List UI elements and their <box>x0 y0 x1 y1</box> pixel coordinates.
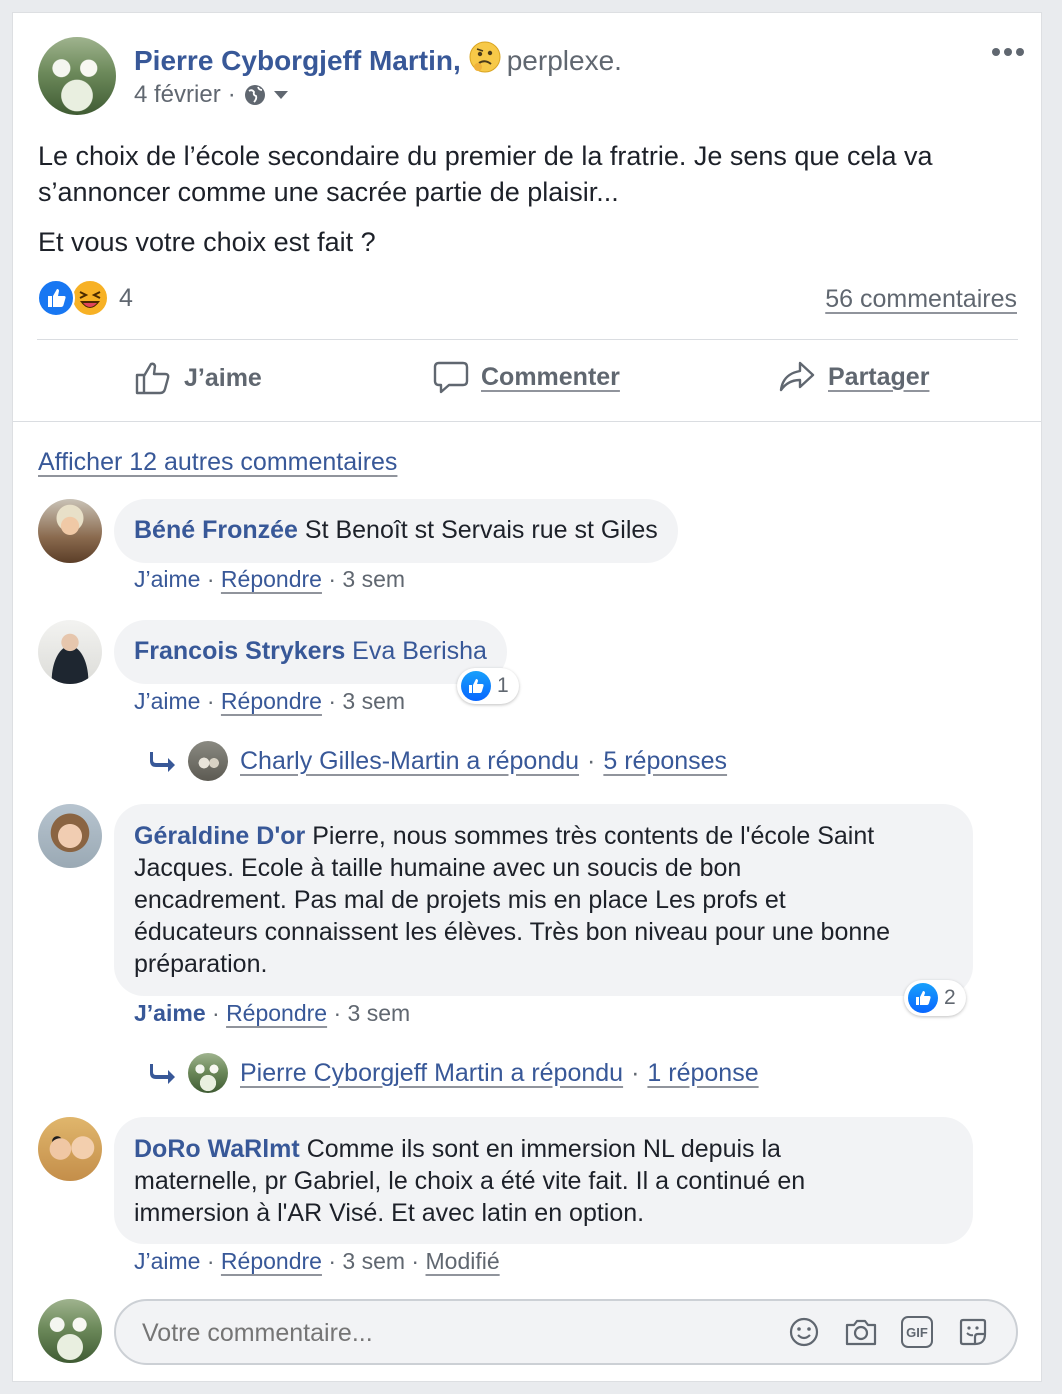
comment-reactions-badge[interactable]: 2 <box>904 980 966 1016</box>
comment-bubble: Géraldine D'or Pierre, nous sommes très … <box>114 804 973 996</box>
comment-reply-link[interactable]: Répondre <box>226 1000 327 1026</box>
replies-link[interactable]: Charly Gilles-Martin a répondu · 5 répon… <box>150 741 727 781</box>
replies-count[interactable]: 5 réponses <box>603 747 727 776</box>
comment-actions: J’aime · Répondre · 3 sem <box>134 688 406 714</box>
separator: · <box>631 1058 640 1087</box>
replies-author[interactable]: Pierre Cyborgjeff Martin a répondu <box>240 1059 623 1088</box>
comment-bubble: Francois Strykers Eva Berisha <box>114 620 507 684</box>
comment-actions: J’aime · Répondre · 3 sem <box>134 566 406 592</box>
like-button-label: J’aime <box>184 363 262 392</box>
comment-time[interactable]: 3 sem <box>342 566 405 592</box>
avatar[interactable] <box>38 804 102 868</box>
commenter-name[interactable]: Francois Strykers <box>134 637 345 665</box>
post-card: Pierre Cyborgjeff Martin, perplexe. 4 fé… <box>12 12 1042 1382</box>
comment-text: Jacques. Ecole à taille humaine avec un … <box>134 854 742 882</box>
comment-time[interactable]: 3 sem <box>342 1248 405 1274</box>
like-reaction-icon <box>461 671 491 701</box>
comment-text: préparation. <box>134 950 268 978</box>
commenter-name[interactable]: Géraldine D'or <box>134 822 305 850</box>
camera-icon[interactable] <box>844 1316 878 1353</box>
comment-text: Comme ils sont en immersion NL depuis la <box>306 1135 781 1163</box>
comment-time[interactable]: 3 sem <box>342 688 405 714</box>
like-button[interactable]: J’aime <box>134 359 262 397</box>
tagged-name[interactable]: Eva Berisha <box>352 637 487 665</box>
comment-reply-link[interactable]: Répondre <box>221 566 322 592</box>
more-dots-icon[interactable] <box>991 45 1025 63</box>
speech-bubble-icon <box>433 359 469 395</box>
avatar[interactable] <box>38 620 102 684</box>
comment-actions: J’aime · Répondre · 3 sem <box>134 1000 411 1026</box>
comments-count-link[interactable]: 56 commentaires <box>825 285 1017 314</box>
avatar[interactable] <box>38 499 102 563</box>
globe-icon[interactable] <box>243 83 267 107</box>
commenter-name[interactable]: DoRo WaRlmt <box>134 1135 300 1163</box>
post-meta: 4 février · <box>134 81 289 109</box>
comment-like-link[interactable]: J’aime <box>134 1248 200 1274</box>
comment-text: Pierre, nous sommes très contents de l'é… <box>312 822 875 850</box>
comment-text: encadrement. Pas mal de projets mis en p… <box>134 886 786 914</box>
share-button-label: Partager <box>828 362 930 391</box>
reactions-summary[interactable]: 4 <box>37 279 133 317</box>
post-text-line: Et vous votre choix est fait ? <box>38 227 376 257</box>
comment-text: St Benoît st Servais rue st Giles <box>304 516 658 544</box>
comment-text: immersion à l'AR Visé. Et avec latin en … <box>134 1199 645 1227</box>
comment-input[interactable] <box>140 1313 764 1353</box>
comment-reactions-badge[interactable]: 1 <box>457 668 519 704</box>
emoji-icon[interactable] <box>788 1316 820 1353</box>
gif-icon[interactable]: GIF <box>901 1316 933 1348</box>
divider <box>13 421 1041 422</box>
haha-reaction-icon <box>71 279 109 317</box>
post-header: Pierre Cyborgjeff Martin, perplexe. <box>134 41 622 80</box>
reaction-count: 2 <box>944 986 956 1009</box>
divider <box>37 339 1018 340</box>
reply-arrow-icon <box>150 1062 176 1084</box>
sticker-icon[interactable] <box>957 1316 989 1353</box>
comment-actions: J’aime · Répondre · 3 sem · Modifié <box>134 1248 500 1274</box>
comment-reply-link[interactable]: Répondre <box>221 688 322 714</box>
privacy-dropdown-icon[interactable] <box>273 89 289 101</box>
avatar <box>188 1053 228 1093</box>
thumbs-up-icon <box>134 359 172 397</box>
comment-like-link[interactable]: J’aime <box>134 1000 206 1026</box>
perplexed-emoji-icon <box>469 41 501 80</box>
comment-composer[interactable]: GIF <box>114 1299 1018 1365</box>
like-reaction-icon <box>908 983 938 1013</box>
reaction-count: 4 <box>119 283 133 312</box>
share-arrow-icon <box>778 359 816 395</box>
replies-count[interactable]: 1 réponse <box>647 1059 758 1088</box>
reply-arrow-icon <box>150 750 176 772</box>
avatar <box>188 741 228 781</box>
comment-button-label: Commenter <box>481 362 620 391</box>
reaction-count: 1 <box>497 674 509 697</box>
replies-link[interactable]: Pierre Cyborgjeff Martin a répondu · 1 r… <box>150 1053 759 1093</box>
comment-like-link[interactable]: J’aime <box>134 688 200 714</box>
share-button[interactable]: Partager <box>778 359 929 395</box>
separator: · <box>587 746 596 775</box>
comment-text: éducateurs connaissent les élèves. Très … <box>134 918 891 946</box>
like-reaction-icon <box>37 279 75 317</box>
comment-like-link[interactable]: J’aime <box>134 566 200 592</box>
feeling-text: perplexe. <box>506 44 622 76</box>
comment-bubble: Béné Fronzée St Benoît st Servais rue st… <box>114 499 678 563</box>
author-avatar[interactable] <box>38 37 116 115</box>
comment-text: maternelle, pr Gabriel, le choix a été v… <box>134 1167 806 1195</box>
edited-link[interactable]: Modifié <box>426 1248 500 1274</box>
comment-reply-link[interactable]: Répondre <box>221 1248 322 1274</box>
view-more-comments-link[interactable]: Afficher 12 autres commentaires <box>38 448 397 477</box>
comment-bubble: DoRo WaRlmt Comme ils sont en immersion … <box>114 1117 973 1244</box>
avatar[interactable] <box>38 1117 102 1181</box>
post-text-line: Le choix de l’école secondaire du premie… <box>38 141 933 171</box>
post-text-line: s’annoncer comme une sacrée partie de pl… <box>38 177 619 207</box>
post-date[interactable]: 4 février <box>134 81 221 109</box>
comment-button[interactable]: Commenter <box>433 359 620 395</box>
commenter-name[interactable]: Béné Fronzée <box>134 516 298 544</box>
replies-author[interactable]: Charly Gilles-Martin a répondu <box>240 747 579 776</box>
author-name[interactable]: Pierre Cyborgjeff Martin, <box>134 45 461 77</box>
my-avatar <box>38 1299 102 1363</box>
comment-time[interactable]: 3 sem <box>348 1000 411 1026</box>
meta-separator: · <box>227 81 236 108</box>
